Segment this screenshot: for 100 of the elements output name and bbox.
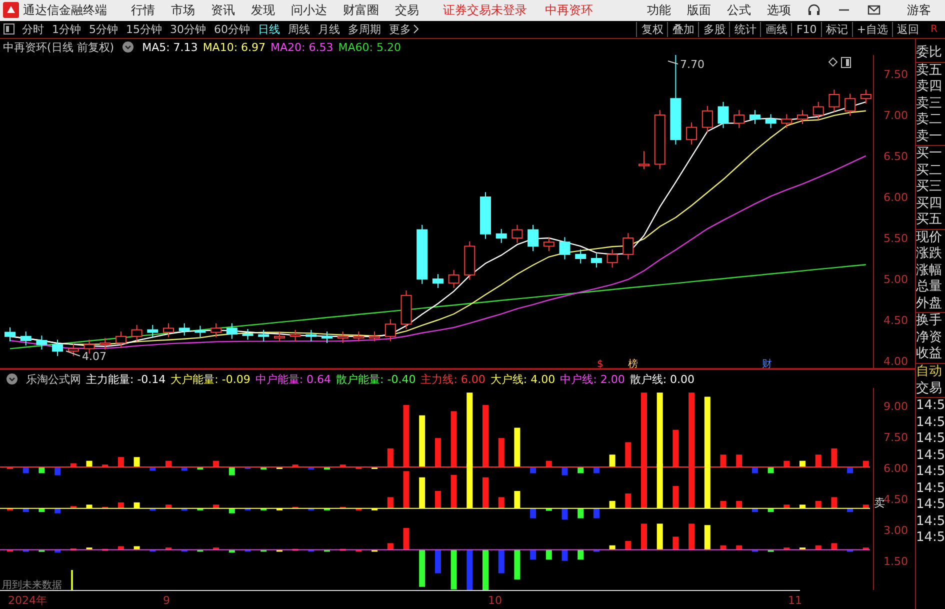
indicator-value: 大户线: 4.00 [490, 372, 556, 386]
period-tab[interactable]: 多周期 [344, 22, 385, 37]
user-button[interactable]: 游客 [901, 2, 937, 19]
period-tab[interactable]: 周线 [284, 22, 314, 37]
menu-item[interactable]: 财富圈 [337, 2, 385, 19]
quote-label: 涨跌 [916, 246, 943, 262]
high-price-label: 7.70 [680, 58, 704, 71]
quote-label: 买三 [916, 179, 943, 196]
quote-label: 收益 [916, 346, 943, 362]
trade-time: 14:5 [916, 414, 945, 431]
sell-signal: 卖 [874, 496, 885, 510]
auto-label: 自动 [916, 364, 943, 380]
date-label: 2024年 [8, 594, 47, 607]
trade-label: 交易 [916, 380, 945, 398]
candlestick [369, 330, 380, 342]
candlestick [274, 330, 285, 342]
candlestick [163, 322, 174, 338]
period-tab[interactable]: 1分钟 [48, 22, 85, 37]
candlestick [797, 110, 808, 125]
indicator-value: 中户线: 2.00 [560, 372, 625, 386]
quote-label: 买四 [916, 196, 943, 212]
low-price-label: 4.07 [82, 350, 106, 363]
period-tab[interactable]: 15分钟 [122, 22, 166, 37]
indicator-value: MA20: 6.53 [270, 40, 334, 54]
menu-item[interactable]: 市场 [165, 2, 201, 19]
toolbar-button[interactable]: 返回 [892, 22, 923, 37]
candlestick [115, 330, 126, 348]
indicator-value: MA5: 7.13 [142, 40, 198, 54]
panel-toggle-icon[interactable] [3, 23, 15, 36]
candlestick [496, 228, 507, 244]
date-label: 11 [788, 594, 802, 607]
menu-item[interactable]: 选项 [761, 2, 797, 19]
period-tab[interactable]: 30分钟 [166, 22, 210, 37]
indicator-axis-label: 7.50 [884, 431, 908, 444]
candlestick [702, 105, 713, 133]
menu-item[interactable]: 功能 [641, 2, 677, 19]
headset-icon[interactable] [807, 3, 821, 18]
toolbar-button[interactable]: 叠加 [667, 22, 698, 37]
candlestick [654, 110, 666, 170]
period-tab[interactable]: 5分钟 [85, 22, 122, 37]
candlestick [432, 274, 444, 289]
diamond-icon[interactable] [828, 57, 838, 67]
period-tab[interactable]: 日线 [254, 22, 284, 37]
chart-title: 中再资环(日线 前复权) [3, 40, 114, 54]
candlestick [178, 322, 190, 336]
quote-label: 总量 [916, 279, 943, 296]
cursor-bar [71, 570, 73, 590]
candlestick [353, 330, 364, 342]
login-status: 证券交易未登录 [443, 2, 527, 19]
menu-item[interactable]: 公式 [721, 2, 757, 19]
candlestick [100, 338, 111, 350]
corner-label: R [930, 24, 938, 35]
candlestick [194, 325, 206, 338]
date-label: 9 [163, 594, 170, 607]
period-tab[interactable]: 60分钟 [210, 22, 254, 37]
toolbar-button[interactable]: 标记 [820, 22, 852, 37]
more-button[interactable]: 更多 [385, 22, 423, 37]
dropdown-icon[interactable] [122, 41, 134, 53]
candlestick [749, 110, 760, 125]
candlestick [337, 330, 348, 344]
candlestick [559, 236, 570, 260]
indicator-value: 主力线: 6.00 [420, 372, 486, 386]
panel-toggle-icon[interactable] [841, 57, 851, 68]
menu-item[interactable]: 问小达 [285, 2, 333, 19]
quote-label: 卖一 [916, 128, 945, 146]
toolbar-button[interactable]: +自选 [852, 22, 892, 37]
toolbar-button[interactable]: 统计 [729, 22, 760, 37]
candlestick [622, 232, 634, 260]
period-tab[interactable]: 月线 [314, 22, 344, 37]
price-axis-label: 5.00 [884, 273, 908, 286]
event-marker[interactable]: $ [597, 359, 604, 369]
event-marker[interactable]: 榜 [628, 359, 638, 369]
candlestick [781, 114, 792, 129]
candlestick [242, 328, 254, 340]
toolbar-button[interactable]: F10 [791, 22, 821, 36]
menu-item[interactable]: 发现 [245, 2, 281, 19]
quote-label: 买五 [916, 212, 945, 230]
candlestick [416, 224, 428, 284]
menu-item[interactable]: 行情 [125, 2, 161, 19]
candlestick [210, 322, 222, 338]
toolbar-button[interactable]: 画线 [760, 22, 792, 37]
toolbar-button[interactable]: 复权 [636, 22, 668, 37]
price-axis-label: 7.00 [884, 109, 908, 122]
menu-item[interactable]: 版面 [681, 2, 717, 19]
menu-item[interactable]: 资讯 [205, 2, 241, 19]
dropdown-icon[interactable] [6, 373, 18, 385]
indicator-value: MA10: 6.97 [202, 40, 266, 54]
trade-time: 14:5 [916, 431, 945, 448]
indicator-value: 散户能量: -0.40 [336, 372, 416, 386]
period-tab[interactable]: 分时 [18, 22, 48, 37]
candlestick [20, 330, 32, 346]
trade-time: 14:5 [916, 480, 945, 497]
menu-item[interactable]: 交易 [389, 2, 425, 19]
trade-time: 14:5 [916, 448, 945, 464]
event-marker[interactable]: 财 [762, 359, 772, 369]
toolbar-button[interactable]: 多股 [698, 22, 730, 37]
stock-name: 中再资环 [545, 2, 593, 19]
quote-label: 涨幅 [916, 262, 943, 279]
price-axis-label: 7.50 [884, 68, 908, 81]
mail-icon[interactable] [867, 3, 881, 18]
